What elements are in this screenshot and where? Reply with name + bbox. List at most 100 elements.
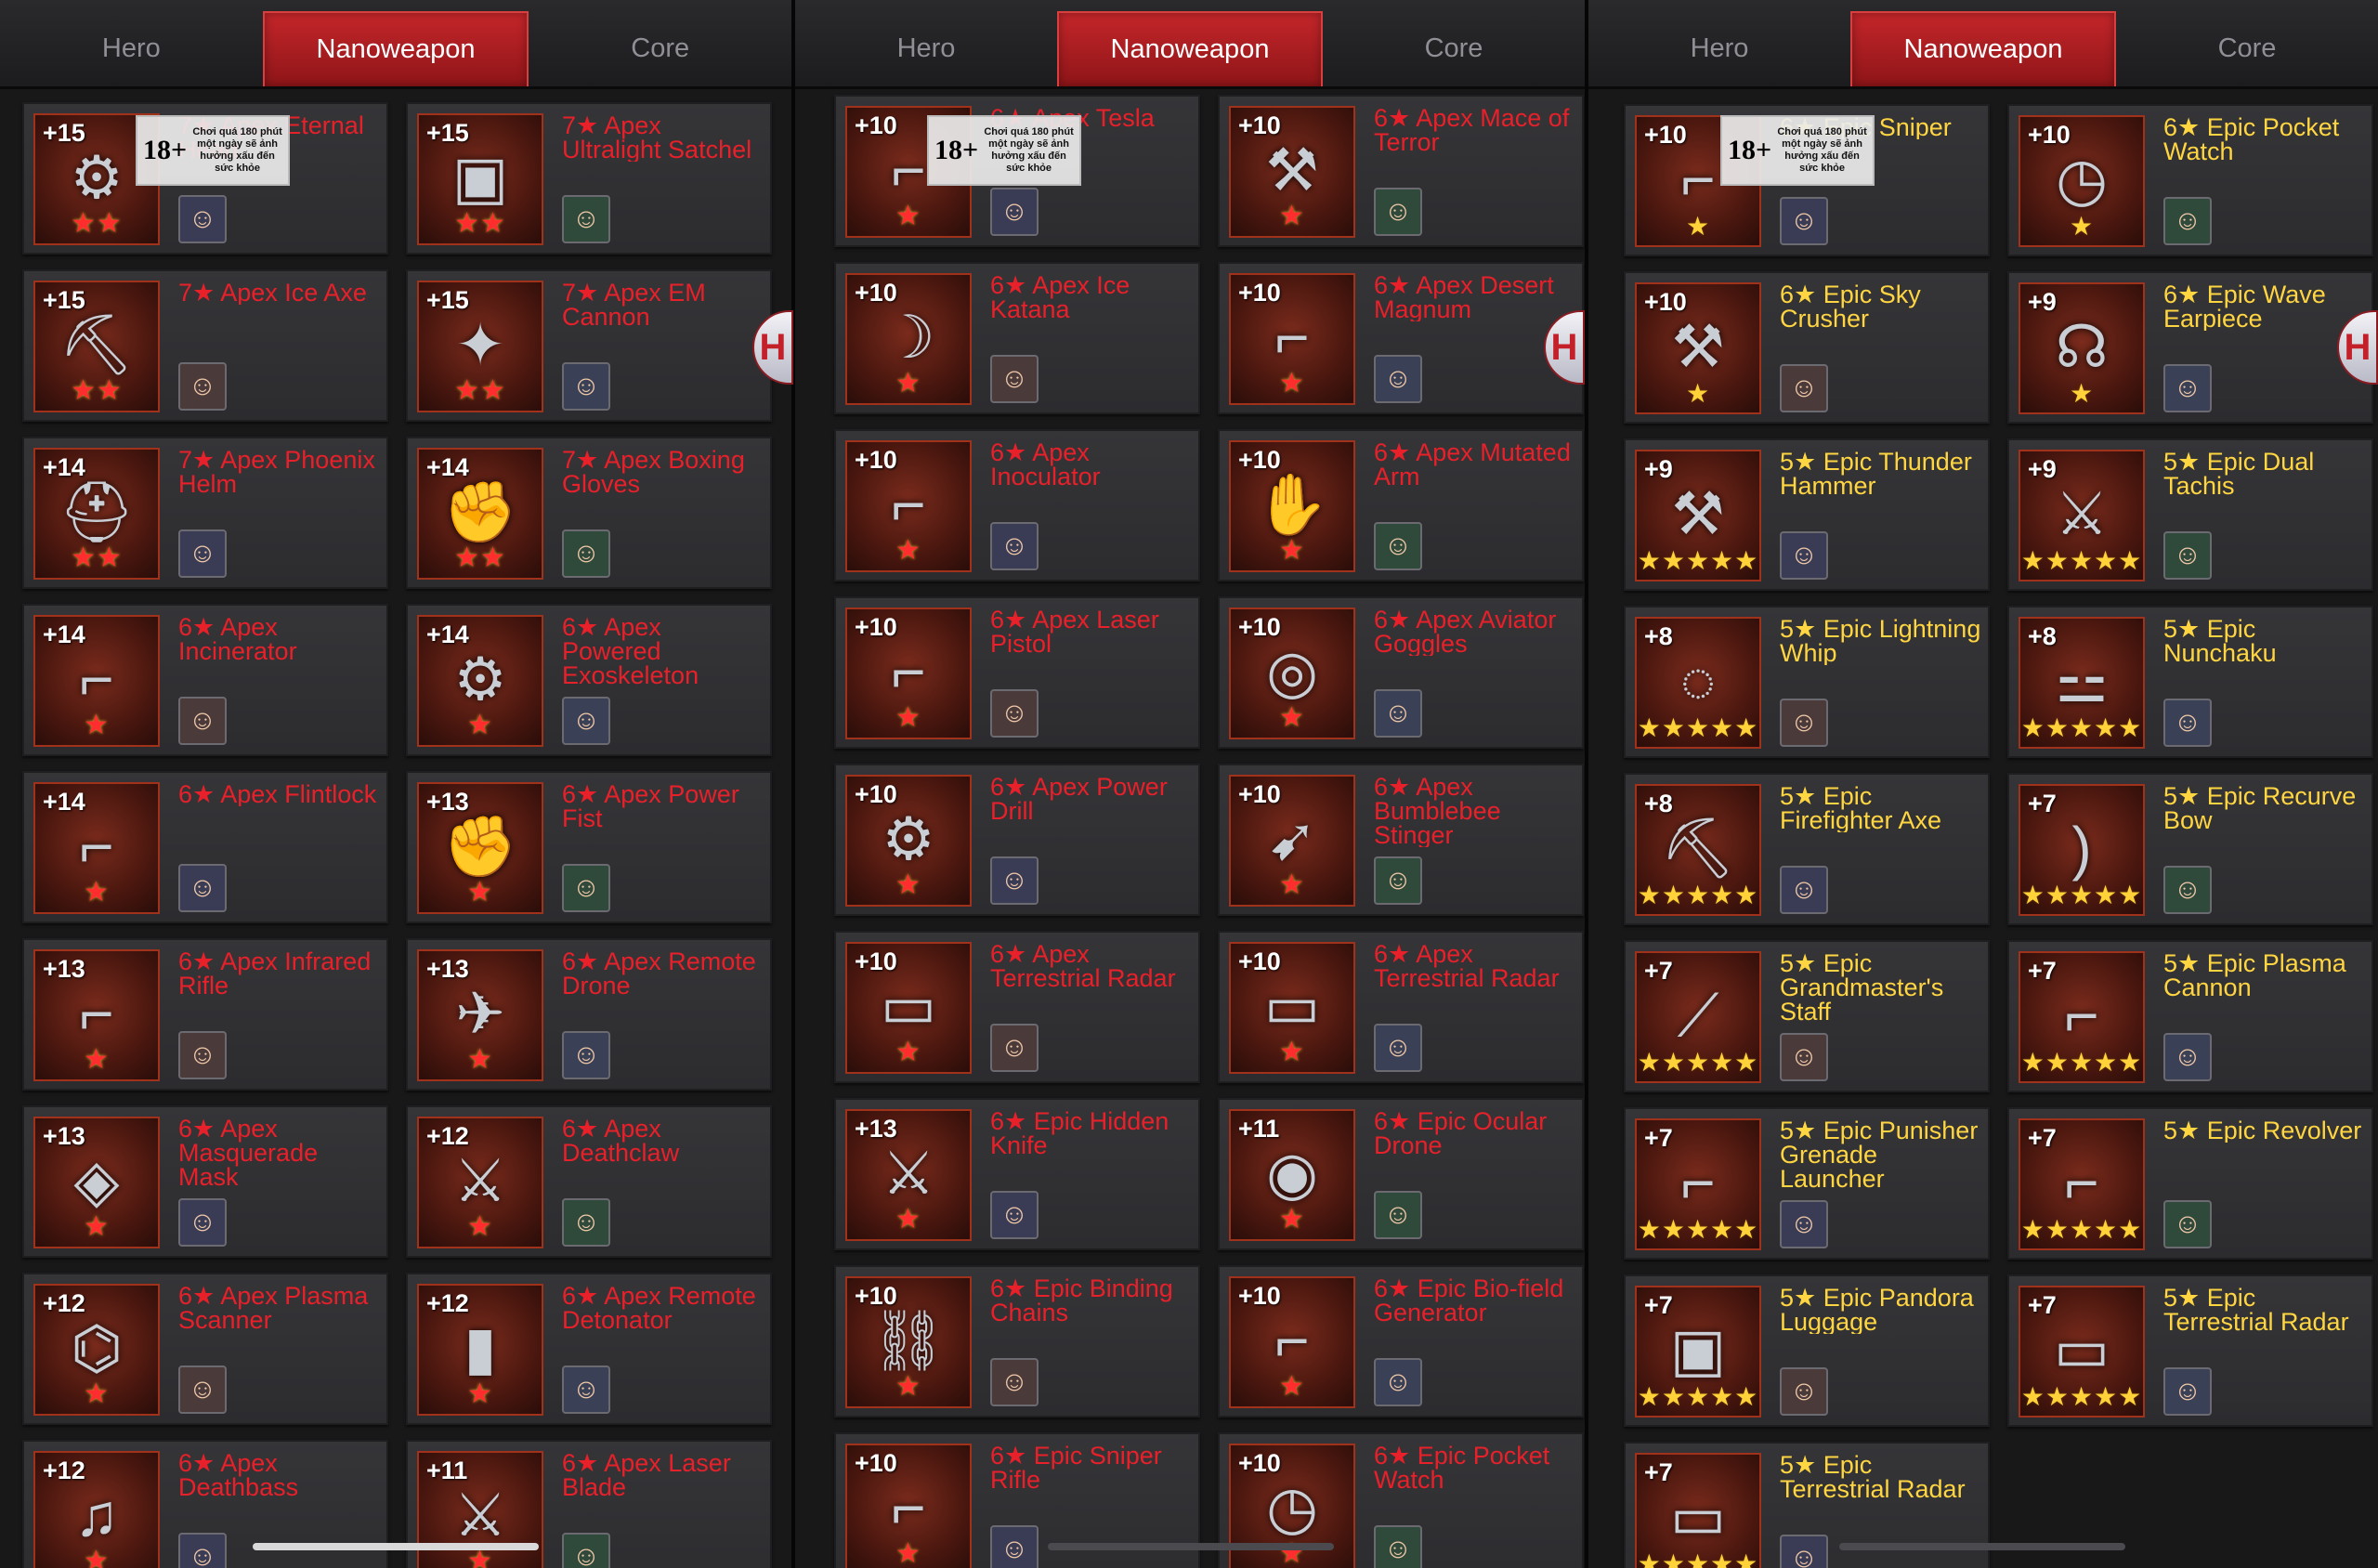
hero-avatar[interactable]: ☺ (1374, 522, 1422, 570)
item-card[interactable]: ⚒ +10 ★ 6★ Epic Sky Crusher ☺ (1624, 271, 1990, 424)
hero-avatar[interactable]: ☺ (1780, 866, 1828, 914)
item-card[interactable]: ☽ +10 ★ 6★ Apex Ice Katana ☺ (834, 262, 1200, 414)
item-card[interactable]: ⚔ +13 ★ 6★ Epic Hidden Knife ☺ (834, 1098, 1200, 1250)
hero-avatar[interactable]: ☺ (990, 1525, 1039, 1568)
item-card[interactable]: ◉ +11 ★ 6★ Epic Ocular Drone ☺ (1218, 1098, 1584, 1250)
hero-avatar[interactable]: ☺ (562, 529, 610, 578)
item-card[interactable]: ⌐ +7 ★★★★★ 5★ Epic Punisher Grenade Launche… (1624, 1107, 1990, 1260)
hero-avatar[interactable]: ☺ (2163, 1367, 2212, 1416)
tab-core[interactable]: Core (2116, 11, 2378, 86)
hero-avatar[interactable]: ☺ (990, 689, 1039, 738)
item-card[interactable]: ⚒ +9 ★★★★★ 5★ Epic Thunder Hammer ☺ (1624, 438, 1990, 591)
hero-avatar[interactable]: ☺ (562, 362, 610, 411)
hero-avatar[interactable]: ☺ (990, 188, 1039, 236)
item-card[interactable]: ⌐ +10 ★ 6★ Apex Laser Pistol ☺ (834, 596, 1200, 749)
item-card[interactable]: ⛏ +15 ★★ 7★ Apex Ice Axe ☺ (22, 269, 388, 422)
item-card[interactable]: ◈ +13 ★ 6★ Apex Masquerade Mask ☺ (22, 1105, 388, 1258)
item-card[interactable]: ✈ +13 ★ 6★ Apex Remote Drone ☺ (406, 938, 772, 1091)
hero-avatar[interactable]: ☺ (1780, 699, 1828, 747)
hero-avatar[interactable]: ☺ (562, 697, 610, 745)
hero-avatar[interactable]: ☺ (990, 1358, 1039, 1406)
item-card[interactable]: ) +7 ★★★★★ 5★ Epic Recurve Bow ☺ (2007, 773, 2373, 925)
tab-nanoweapon[interactable]: Nanoweapon (1057, 11, 1323, 86)
item-card[interactable]: ◌ +8 ★★★★★ 5★ Epic Lightning Whip ☺ (1624, 606, 1990, 758)
item-card[interactable]: ▭ +10 ★ 6★ Apex Terrestrial Radar ☺ (1218, 931, 1584, 1083)
hero-avatar[interactable]: ☺ (2163, 699, 2212, 747)
hero-avatar[interactable]: ☺ (178, 1198, 227, 1247)
item-card[interactable]: ◎ +10 ★ 6★ Apex Aviator Goggles ☺ (1218, 596, 1584, 749)
hero-avatar[interactable]: ☺ (1374, 1358, 1422, 1406)
hero-avatar[interactable]: ☺ (1780, 1535, 1828, 1568)
item-card[interactable]: ▣ +7 ★★★★★ 5★ Epic Pandora Luggage ☺ (1624, 1274, 1990, 1427)
hero-avatar[interactable]: ☺ (1780, 1033, 1828, 1081)
tab-nanoweapon[interactable]: Nanoweapon (262, 11, 529, 86)
item-card[interactable]: ➹ +10 ★ 6★ Apex Bumblebee Stinger ☺ (1218, 764, 1584, 916)
hero-avatar[interactable]: ☺ (1374, 188, 1422, 236)
item-card[interactable]: ⚙ +10 ★ 6★ Apex Power Drill ☺ (834, 764, 1200, 916)
hero-avatar[interactable]: ☺ (562, 1031, 610, 1079)
hero-avatar[interactable]: ☺ (1374, 1024, 1422, 1072)
hero-avatar[interactable]: ☺ (1374, 1525, 1422, 1568)
item-card[interactable]: ⟋ +7 ★★★★★ 5★ Epic Grandmaster's Staff ☺ (1624, 940, 1990, 1092)
hero-avatar[interactable]: ☺ (562, 1198, 610, 1247)
item-card[interactable]: ⛑ +14 ★★ 7★ Apex Phoenix Helm ☺ (22, 437, 388, 589)
item-card[interactable]: ⛓ +10 ★ 6★ Epic Binding Chains ☺ (834, 1265, 1200, 1418)
hero-avatar[interactable]: ☺ (1780, 1367, 1828, 1416)
hero-avatar[interactable]: ☺ (562, 1533, 610, 1568)
hero-avatar[interactable]: ☺ (178, 697, 227, 745)
tab-core[interactable]: Core (529, 11, 791, 86)
item-card[interactable]: ⌐ +14 ★ 6★ Apex Incinerator ☺ (22, 604, 388, 756)
hero-avatar[interactable]: ☺ (178, 1533, 227, 1568)
hero-avatar[interactable]: ☺ (2163, 1033, 2212, 1081)
hero-avatar[interactable]: ☺ (178, 529, 227, 578)
item-card[interactable]: ▣ +15 ★★ 7★ Apex Ultralight Satchel ☺ (406, 102, 772, 255)
hero-avatar[interactable]: ☺ (1780, 364, 1828, 412)
hero-avatar[interactable]: ☺ (1374, 689, 1422, 738)
tab-core[interactable]: Core (1323, 11, 1585, 86)
hero-avatar[interactable]: ☺ (1780, 531, 1828, 580)
hero-avatar[interactable]: ☺ (1780, 1200, 1828, 1248)
item-card[interactable]: ⚙ +14 ★ 6★ Apex Powered Exoskeleton ☺ (406, 604, 772, 756)
item-card[interactable]: ✦ +15 ★★ 7★ Apex EM Cannon ☺ (406, 269, 772, 422)
tab-hero[interactable]: Hero (795, 11, 1057, 86)
item-card[interactable]: ☊ +9 ★ 6★ Epic Wave Earpiece ☺ (2007, 271, 2373, 424)
hero-avatar[interactable]: ☺ (990, 522, 1039, 570)
hero-avatar[interactable]: ☺ (2163, 197, 2212, 245)
hero-avatar[interactable]: ☺ (178, 1031, 227, 1079)
hero-avatar[interactable]: ☺ (1374, 856, 1422, 905)
hero-avatar[interactable]: ☺ (178, 195, 227, 243)
tab-hero[interactable]: Hero (0, 11, 263, 86)
item-card[interactable]: ⛏ +8 ★★★★★ 5★ Epic Firefighter Axe ☺ (1624, 773, 1990, 925)
item-card[interactable]: ⌐ +7 ★★★★★ 5★ Epic Revolver ☺ (2007, 1107, 2373, 1260)
tab-hero[interactable]: Hero (1588, 11, 1850, 86)
hero-avatar[interactable]: ☺ (562, 1365, 610, 1414)
hero-avatar[interactable]: ☺ (178, 362, 227, 411)
hero-avatar[interactable]: ☺ (562, 195, 610, 243)
hero-avatar[interactable]: ☺ (990, 856, 1039, 905)
item-card[interactable]: ⌐ +10 ★ 6★ Epic Bio-field Generator ☺ (1218, 1265, 1584, 1418)
item-card[interactable]: ⚔ +12 ★ 6★ Apex Deathclaw ☺ (406, 1105, 772, 1258)
item-card[interactable]: ✊ +14 ★★ 7★ Apex Boxing Gloves ☺ (406, 437, 772, 589)
hero-avatar[interactable]: ☺ (990, 1191, 1039, 1239)
item-card[interactable]: ⌐ +14 ★ 6★ Apex Flintlock ☺ (22, 771, 388, 923)
hero-avatar[interactable]: ☺ (2163, 531, 2212, 580)
hero-avatar[interactable]: ☺ (1374, 1191, 1422, 1239)
hero-avatar[interactable]: ☺ (990, 355, 1039, 403)
item-card[interactable]: ⚍ +8 ★★★★★ 5★ Epic Nunchaku ☺ (2007, 606, 2373, 758)
scrollbar[interactable] (1048, 1543, 1334, 1550)
hero-avatar[interactable]: ☺ (178, 1365, 227, 1414)
scrollbar[interactable] (1839, 1543, 2125, 1550)
item-card[interactable]: ⌐ +13 ★ 6★ Apex Infrared Rifle ☺ (22, 938, 388, 1091)
item-card[interactable]: ⌐ +10 ★ 6★ Apex Desert Magnum ☺ (1218, 262, 1584, 414)
hero-avatar[interactable]: ☺ (990, 1024, 1039, 1072)
item-card[interactable]: ◷ +10 ★ 6★ Epic Pocket Watch ☺ (2007, 104, 2373, 256)
hero-avatar[interactable]: ☺ (1374, 355, 1422, 403)
hero-avatar[interactable]: ☺ (562, 864, 610, 912)
hero-avatar[interactable]: ☺ (178, 864, 227, 912)
item-card[interactable]: ✊ +13 ★ 6★ Apex Power Fist ☺ (406, 771, 772, 923)
item-card[interactable]: ⌬ +12 ★ 6★ Apex Plasma Scanner ☺ (22, 1273, 388, 1425)
item-card[interactable]: ⚔ +9 ★★★★★ 5★ Epic Dual Tachis ☺ (2007, 438, 2373, 591)
tab-nanoweapon[interactable]: Nanoweapon (1850, 11, 2116, 86)
hero-avatar[interactable]: ☺ (2163, 364, 2212, 412)
hero-avatar[interactable]: ☺ (2163, 1200, 2212, 1248)
